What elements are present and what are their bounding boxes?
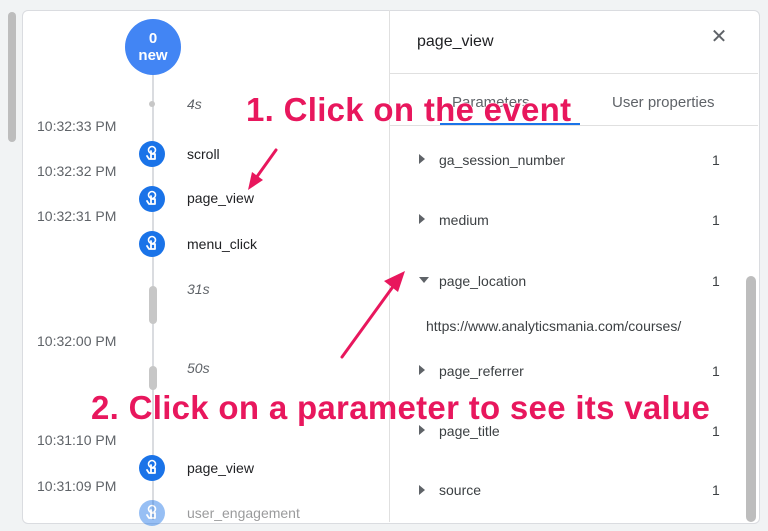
event-details-title: page_view — [417, 33, 494, 50]
param-value: https://www.analyticsmania.com/courses/ — [426, 318, 682, 334]
header-divider — [390, 73, 758, 74]
annotation-step-2: 2. Click on a parameter to see its value — [90, 388, 711, 426]
expand-arrow-icon[interactable] — [419, 365, 425, 375]
right-scrollbar[interactable] — [746, 276, 756, 522]
param-source[interactable]: source — [439, 482, 481, 498]
event-page-view-2[interactable]: page_view — [187, 460, 254, 476]
touch-icon[interactable] — [139, 231, 165, 257]
expand-arrow-icon[interactable] — [419, 214, 425, 224]
param-ga-session-number[interactable]: ga_session_number — [439, 152, 565, 168]
timestamp: 10:32:32 PM — [37, 163, 117, 179]
tab-user-properties[interactable]: User properties — [612, 94, 715, 111]
panel-divider — [389, 10, 390, 522]
param-medium[interactable]: medium — [439, 212, 489, 228]
param-count: 1 — [712, 273, 720, 289]
timestamp: 10:32:33 PM — [37, 118, 117, 134]
touch-icon[interactable] — [139, 500, 165, 526]
param-page-location[interactable]: page_location — [439, 273, 526, 289]
left-scrollbar[interactable] — [8, 12, 16, 142]
timestamp: 10:31:09 PM — [37, 478, 117, 494]
timestamp: 10:32:31 PM — [37, 208, 117, 224]
param-count: 1 — [712, 423, 720, 439]
debugview-panel — [22, 10, 760, 524]
param-count: 1 — [712, 212, 720, 228]
close-icon[interactable]: ✕ — [709, 27, 729, 47]
timestamp: 10:31:10 PM — [37, 432, 117, 448]
gap-label: 50s — [187, 360, 210, 376]
param-count: 1 — [712, 152, 720, 168]
collapse-arrow-icon[interactable] — [419, 277, 429, 283]
event-menu-click[interactable]: menu_click — [187, 236, 257, 252]
param-count: 1 — [712, 363, 720, 379]
new-count: 0 — [148, 30, 158, 47]
expand-arrow-icon[interactable] — [419, 154, 425, 164]
event-user-engagement[interactable]: user_engagement — [187, 505, 300, 521]
timeline-gap-dot — [149, 101, 155, 107]
new-label: new — [138, 47, 168, 64]
new-events-badge[interactable]: 0 new — [125, 19, 181, 75]
touch-icon[interactable] — [139, 186, 165, 212]
param-count: 1 — [712, 482, 720, 498]
param-page-referrer[interactable]: page_referrer — [439, 363, 524, 379]
annotation-step-1: 1. Click on the event — [245, 90, 572, 128]
event-page-view[interactable]: page_view — [187, 190, 254, 206]
gap-label: 31s — [187, 281, 210, 297]
timeline-gap-bar — [149, 286, 157, 324]
gap-label: 4s — [187, 96, 202, 112]
touch-icon[interactable] — [139, 141, 165, 167]
event-scroll[interactable]: scroll — [187, 146, 220, 162]
expand-arrow-icon[interactable] — [419, 485, 425, 495]
touch-icon[interactable] — [139, 455, 165, 481]
timeline-gap-bar — [149, 366, 157, 390]
timestamp: 10:32:00 PM — [37, 333, 117, 349]
